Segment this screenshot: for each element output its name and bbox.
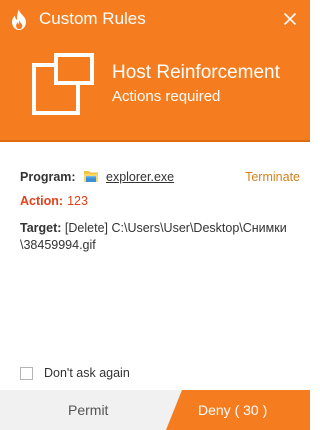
- target-label: Target:: [20, 221, 62, 235]
- window-restore-icon: [32, 53, 94, 115]
- title-bar[interactable]: Custom Rules: [0, 0, 310, 38]
- action-row: Action: 123: [20, 192, 88, 208]
- action-label: Action:: [20, 194, 64, 208]
- action-value: 123: [67, 194, 88, 208]
- deny-button[interactable]: Deny ( 30 ): [166, 390, 310, 430]
- dont-ask-label: Don't ask again: [44, 366, 130, 380]
- flame-icon: [12, 9, 26, 30]
- page-subtitle: Actions required: [112, 88, 221, 105]
- program-label: Program:: [20, 170, 76, 184]
- header-banner: Custom Rules Host Reinforcement Actions …: [0, 0, 310, 142]
- dont-ask-checkbox[interactable]: [20, 367, 33, 380]
- terminate-button[interactable]: Terminate: [245, 170, 300, 184]
- header-divider: [0, 140, 310, 142]
- target-row: Target: [Delete] C:\Users\User\Desktop\С…: [20, 220, 295, 254]
- deny-label: Deny ( 30 ): [198, 402, 268, 418]
- explorer-folder-icon: [84, 171, 98, 182]
- window-title: Custom Rules: [39, 9, 146, 28]
- action-footer: Permit Deny ( 30 ): [0, 390, 310, 430]
- close-icon[interactable]: [276, 5, 304, 33]
- program-name-link[interactable]: explorer.exe: [106, 170, 174, 184]
- page-title: Host Reinforcement: [112, 62, 280, 83]
- program-row: Program: explorer.exe Terminate: [20, 169, 300, 185]
